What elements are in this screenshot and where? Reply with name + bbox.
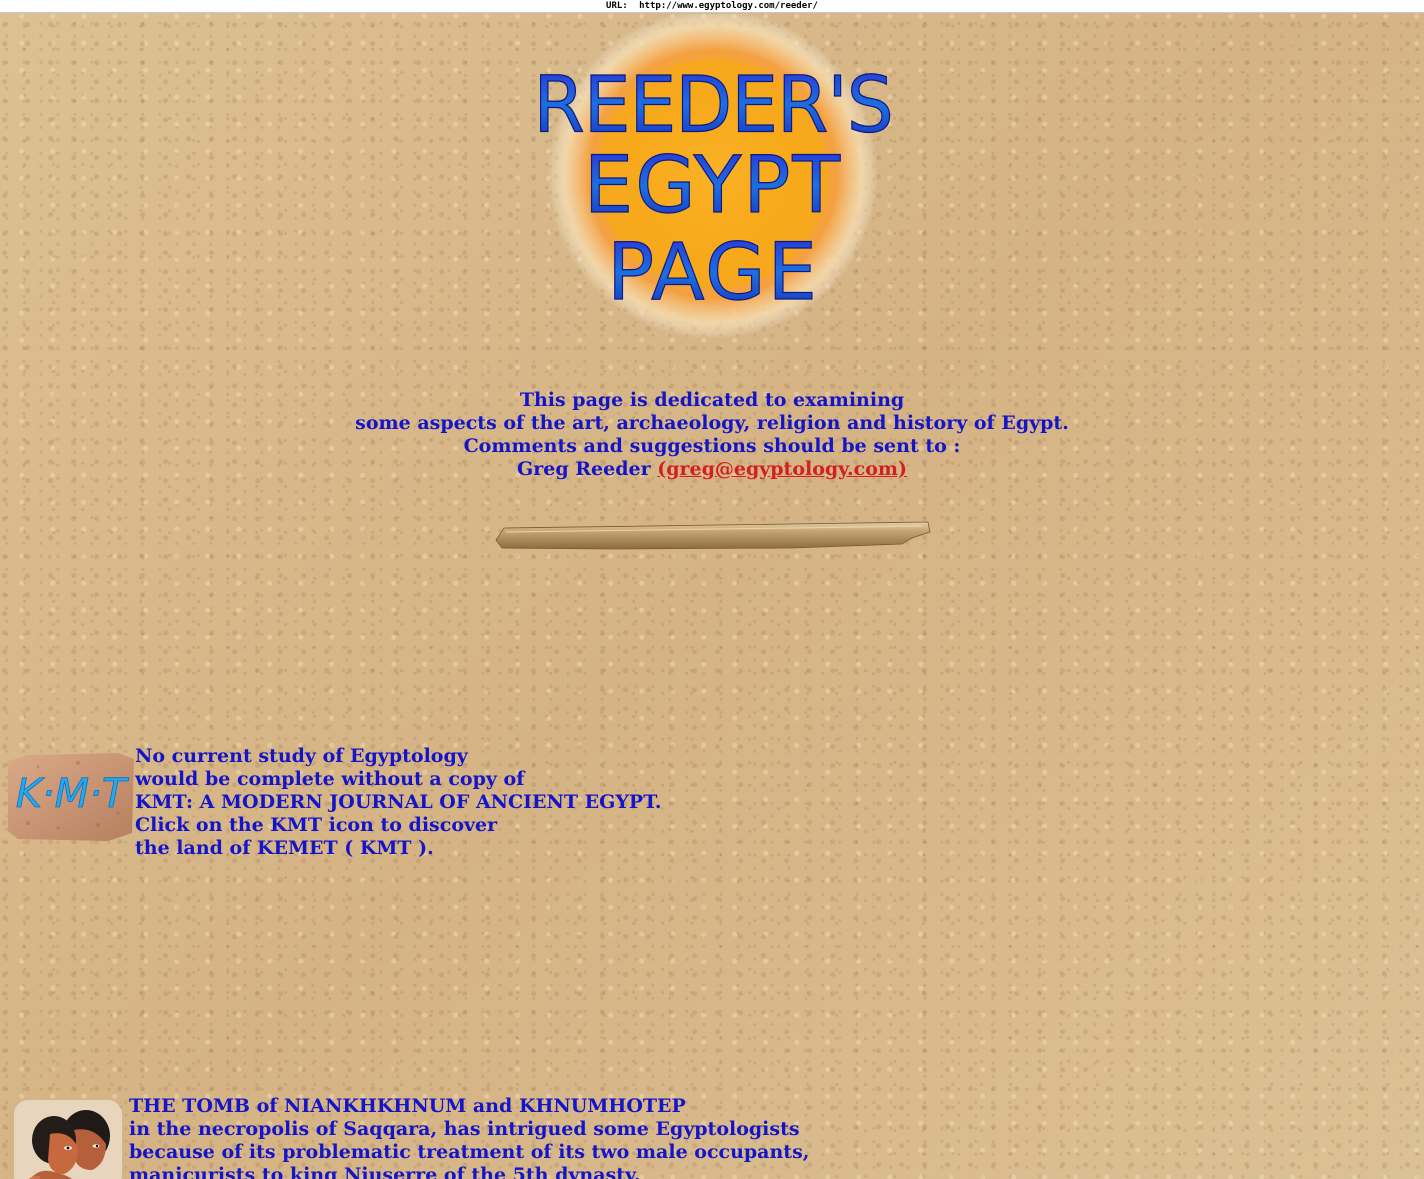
tomb-line-2: in the necropolis of Saqqara, has intrig…: [129, 1118, 800, 1140]
tomb-relief-icon: [14, 1100, 122, 1179]
tomb-line-3: because of its problematic treatment of …: [129, 1141, 810, 1163]
intro-paragraph: This page is dedicated to examining some…: [0, 389, 1424, 481]
url-bar: URL: http://www.egyptology.com/reeder/: [0, 0, 1424, 13]
intro-line-3: Comments and suggestions should be sent …: [463, 435, 961, 457]
kmt-journal-link[interactable]: K·M·T: [8, 753, 134, 841]
kmt-line-4: Click on the KMT icon to discover: [135, 814, 498, 836]
intro-line-2: some aspects of the art, archaeology, re…: [355, 412, 1069, 434]
logo-line1: REEDER'S: [533, 60, 892, 150]
logo-line2: EGYPT: [584, 141, 842, 231]
tomb-description: THE TOMB of NIANKHKHNUM and KHNUMHOTEP i…: [129, 1095, 809, 1179]
kmt-logo-text: K·M·T: [16, 771, 130, 817]
tomb-line-4: manicurists to king Niuserre of the 5th …: [129, 1164, 641, 1179]
kmt-line-5: the land of KEMET ( KMT ).: [135, 837, 434, 859]
kmt-logo-icon: K·M·T: [8, 753, 134, 841]
sun-logo-icon: REEDER'S EGYPT PAGE: [533, 14, 893, 338]
intro-contact-line: Greg Reeder (greg@egyptology.com): [0, 458, 1424, 481]
divider-bar-icon: [495, 521, 931, 550]
kmt-line-2: would be complete without a copy of: [135, 768, 525, 790]
url-text: http://www.egyptology.com/reeder/: [639, 1, 818, 11]
author-name: Greg Reeder: [517, 458, 651, 480]
kmt-line-1: No current study of Egyptology: [135, 745, 468, 767]
site-logo: REEDER'S EGYPT PAGE: [533, 14, 893, 338]
kmt-description: No current study of Egyptology would be …: [135, 745, 662, 860]
tomb-article-link[interactable]: [14, 1100, 122, 1179]
intro-line-1: This page is dedicated to examining: [519, 389, 905, 411]
url-label: URL:: [606, 1, 628, 11]
logo-line3: PAGE: [607, 228, 819, 318]
kmt-line-3: KMT: A MODERN JOURNAL OF ANCIENT EGYPT.: [135, 791, 662, 813]
tomb-line-1: THE TOMB of NIANKHKHNUM and KHNUMHOTEP: [129, 1095, 686, 1117]
papyrus-divider: [492, 518, 932, 554]
email-link[interactable]: (greg@egyptology.com): [657, 458, 907, 480]
